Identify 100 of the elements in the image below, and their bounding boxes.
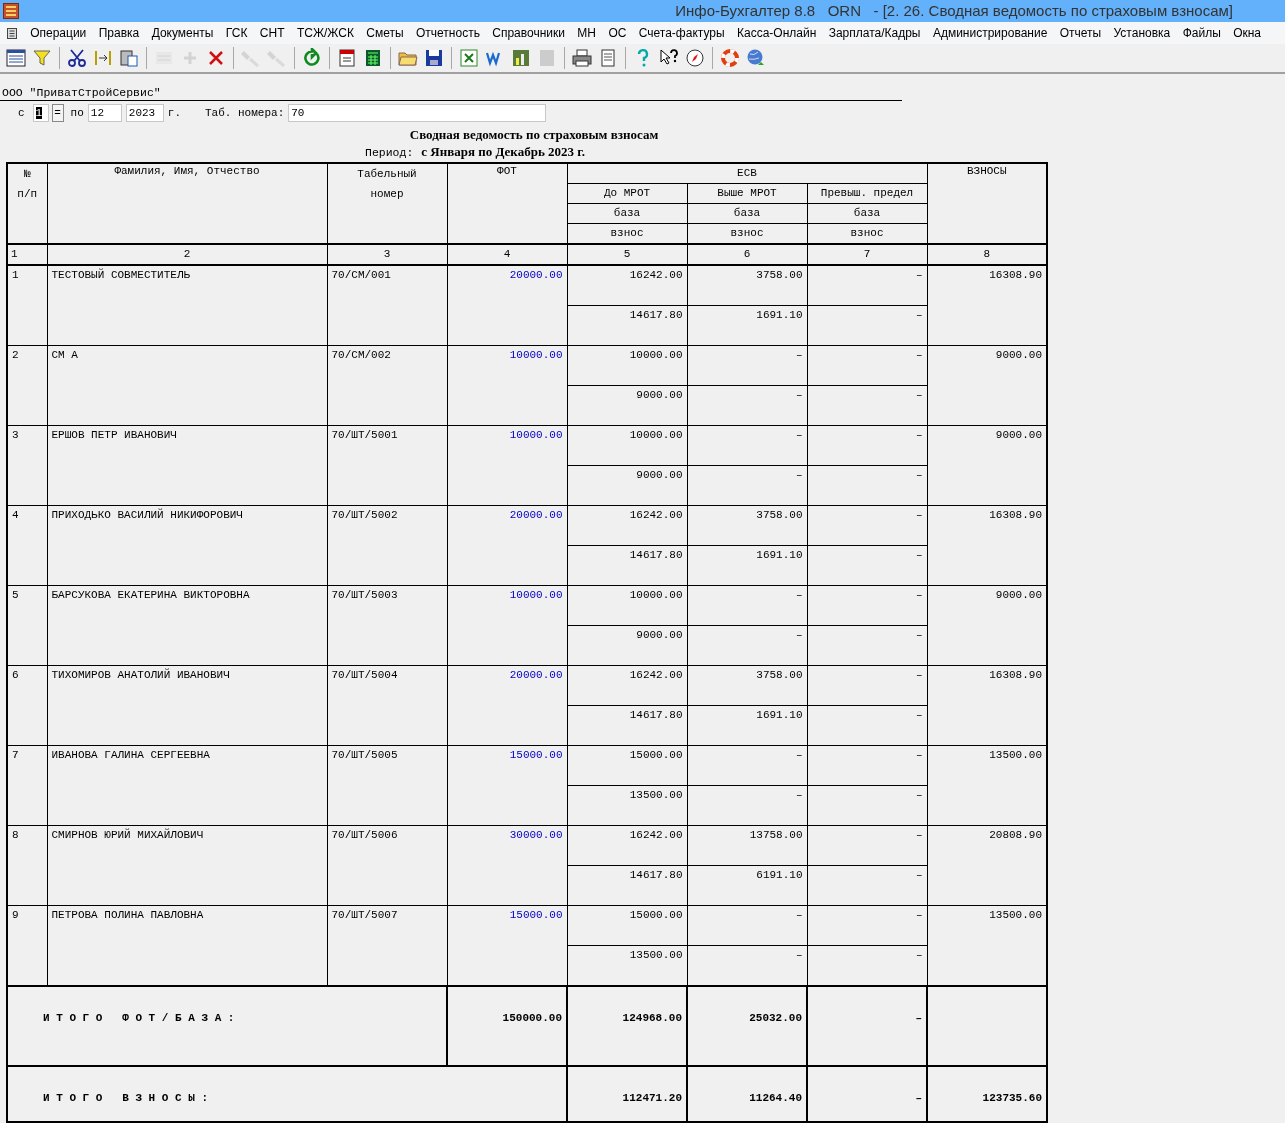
table-cell: 9000.00 [567, 465, 687, 506]
table-cell: 70/ШТ/5001 [327, 425, 447, 506]
company-name: ООО "ПриватСтройСервис" [2, 86, 161, 99]
table-cell: БАРСУКОВА ЕКАТЕРИНА ВИКТОРОВНА [47, 585, 327, 666]
menu-item[interactable]: Файлы [1176, 24, 1227, 42]
table-cell: 112471.20 [567, 1066, 687, 1122]
menu-item[interactable]: Установка [1107, 24, 1177, 42]
column-number: 4 [447, 244, 567, 265]
menu-item[interactable]: Администрирование [926, 24, 1054, 42]
table-cell: ТЕСТОВЫЙ СОВМЕСТИТЕЛЬ [47, 265, 327, 346]
table-cell: – [807, 425, 927, 466]
table-cell: 2 [7, 345, 47, 426]
table-cell: 20000.00 [447, 265, 567, 346]
column-header: № [22, 167, 32, 182]
table-cell: 9000.00 [567, 625, 687, 666]
menu-item[interactable]: Касса-Онлайн [730, 24, 823, 42]
table-cell: ТИХОМИРОВ АНАТОЛИЙ ИВАНОВИЧ [47, 665, 327, 746]
chart-icon[interactable] [511, 48, 531, 68]
menu-item[interactable]: МН [571, 24, 603, 42]
table-cell: 10000.00 [567, 345, 687, 386]
scissors-icon[interactable] [67, 48, 87, 68]
from-month-field[interactable]: 1 [32, 104, 49, 122]
globe-icon[interactable] [746, 48, 766, 68]
table-cell: 1691.10 [687, 545, 807, 586]
table-cell: – [807, 265, 927, 306]
table-cell: 6191.10 [687, 865, 807, 906]
menu-item[interactable]: Правка [92, 24, 146, 42]
table-cell: 15000.00 [567, 745, 687, 786]
table-cell: 70/СМ/002 [327, 345, 447, 426]
table-cell: 14617.80 [567, 865, 687, 906]
table-cell: 150000.00 [447, 986, 567, 1066]
table-cell: 20000.00 [447, 505, 567, 586]
table-cell: 14617.80 [567, 545, 687, 586]
table-cell: 3758.00 [687, 665, 807, 706]
refresh-icon[interactable] [302, 48, 322, 68]
menu-item[interactable]: Отчеты [1053, 24, 1108, 42]
table-cell: 10000.00 [447, 425, 567, 506]
page-icon[interactable] [598, 48, 618, 68]
paste-icon[interactable] [119, 48, 139, 68]
table-cell: – [807, 825, 927, 866]
table-cell: – [687, 345, 807, 386]
table-cell: 3758.00 [687, 265, 807, 306]
calendar-icon[interactable] [337, 48, 357, 68]
app-icon [3, 3, 19, 19]
menu-item[interactable]: Справочники [486, 24, 572, 42]
menu-item[interactable]: Отчетность [409, 24, 487, 42]
table-cell: 10000.00 [447, 345, 567, 426]
menu-item[interactable]: Зарплата/Кадры [822, 24, 927, 42]
table-cell: 7 [7, 745, 47, 826]
table-cell: 3 [7, 425, 47, 506]
table-cell: 70/СМ/001 [327, 265, 447, 346]
table-cell: 14617.80 [567, 705, 687, 746]
calculator-icon[interactable] [363, 48, 383, 68]
menu-item[interactable]: ТСЖ/ЖСК [290, 24, 361, 42]
menu-item[interactable]: Операции [24, 24, 93, 42]
column-number: 6 [687, 244, 807, 265]
table-cell: 9000.00 [567, 385, 687, 426]
document-icon[interactable] [6, 26, 18, 40]
print-icon[interactable] [572, 48, 592, 68]
tab-number-field[interactable]: 70 [288, 104, 547, 122]
to-month-field[interactable]: 12 [87, 104, 122, 122]
spreadsheet-icon[interactable] [459, 48, 479, 68]
menu-item[interactable]: СНТ [253, 24, 291, 42]
table-cell: 13500.00 [567, 785, 687, 826]
table-cell: 15000.00 [567, 905, 687, 946]
menu-item[interactable]: Счета-фактуры [632, 24, 731, 42]
compass-icon[interactable] [685, 48, 705, 68]
column-header: ЕСВ [567, 163, 927, 184]
column-number: 5 [567, 244, 687, 265]
table-cell: 10000.00 [447, 585, 567, 666]
lifebuoy-icon[interactable] [720, 48, 740, 68]
table-cell: 1691.10 [687, 305, 807, 346]
equals-button[interactable]: = [51, 104, 64, 122]
column-number: 1 [7, 244, 47, 265]
table-cell: – [687, 625, 807, 666]
table-cell: – [807, 745, 927, 786]
table-cell: 8 [7, 825, 47, 906]
year-field[interactable]: 2023 [125, 104, 164, 122]
menu-item[interactable]: ГСК [219, 24, 254, 42]
table-cell: 30000.00 [447, 825, 567, 906]
table-cell: СМ А [47, 345, 327, 426]
window-title: Инфо-Бухгалтер 8.8 ORN - [2. 26. Сводная ведомость по страховым взносам] [675, 2, 1233, 19]
menu-item[interactable]: ОС [602, 24, 633, 42]
year-suffix: г. [166, 107, 182, 119]
column-header: п/п [16, 187, 39, 202]
table-cell: 10000.00 [567, 425, 687, 466]
table-cell: – [687, 585, 807, 626]
column-header: номер [369, 187, 405, 202]
report-title: Сводная ведомость по страховым взносам [409, 127, 659, 142]
column-header: Табельный [356, 167, 418, 182]
column-number: 8 [927, 244, 1047, 265]
menu-item[interactable]: Окна [1226, 24, 1268, 42]
save-icon[interactable] [424, 48, 444, 68]
total-label: И Т О Г О В З Н О С Ы : [7, 1066, 567, 1122]
merge-icon[interactable] [93, 48, 113, 68]
menu-item[interactable]: Документы [145, 24, 220, 42]
grid-icon[interactable] [6, 48, 26, 68]
table-cell: – [807, 905, 927, 946]
menu-item[interactable]: Сметы [360, 24, 410, 42]
filter-icon[interactable] [32, 48, 52, 68]
